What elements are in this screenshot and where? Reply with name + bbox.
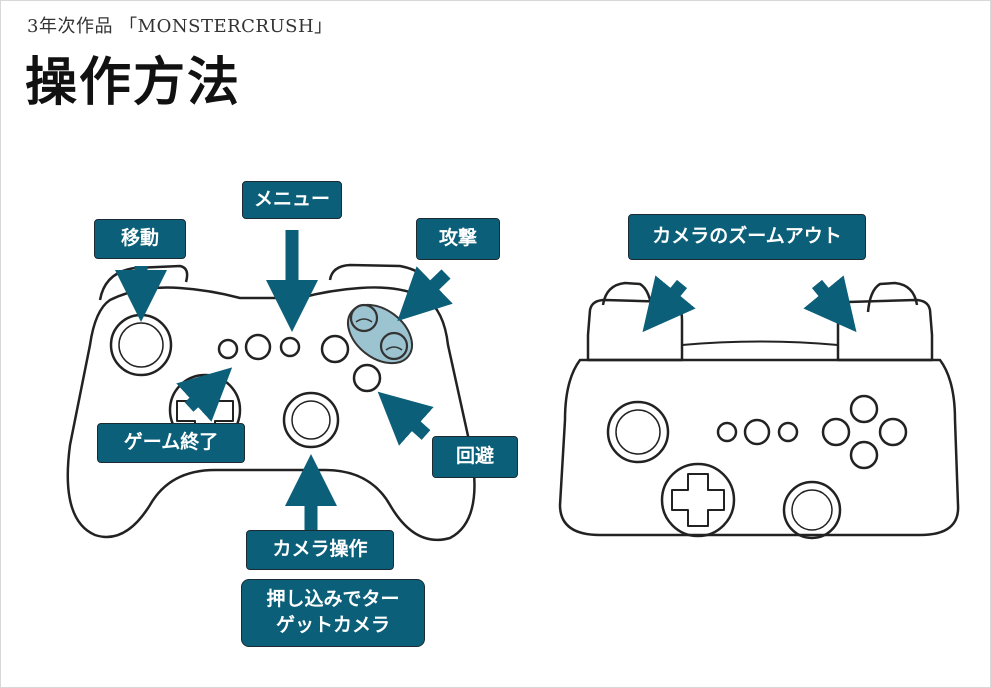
label-push-target-line2: ゲットカメラ <box>275 614 390 636</box>
label-menu: メニュー <box>242 181 342 219</box>
right-trigger-outline <box>866 281 919 313</box>
rear-arrows <box>642 275 857 333</box>
controller-rear-body <box>558 358 960 537</box>
label-push-target: 押し込みでター ゲットカメラ <box>241 579 425 647</box>
attack-buttons-highlight <box>347 303 413 365</box>
label-attack: 攻撃 <box>416 218 500 260</box>
label-move: 移動 <box>94 219 186 259</box>
arrow-dodge <box>377 391 434 446</box>
controller-rear <box>558 281 960 540</box>
controller-illustrations <box>66 230 960 542</box>
label-dodge: 回避 <box>432 436 518 478</box>
controller-front-body <box>66 286 476 542</box>
label-push-target-line1: 押し込みでター <box>266 588 400 611</box>
label-camera: カメラ操作 <box>246 530 394 570</box>
controller-front <box>66 263 476 542</box>
right-bumper-rear <box>836 298 934 362</box>
label-quit-game: ゲーム終了 <box>97 423 245 463</box>
arrow-attack <box>397 266 453 322</box>
arrow-zoom-right <box>803 275 857 333</box>
arrow-quit <box>176 367 233 422</box>
label-zoom-out: カメラのズームアウト <box>628 214 866 260</box>
left-trigger-outline <box>601 281 654 313</box>
